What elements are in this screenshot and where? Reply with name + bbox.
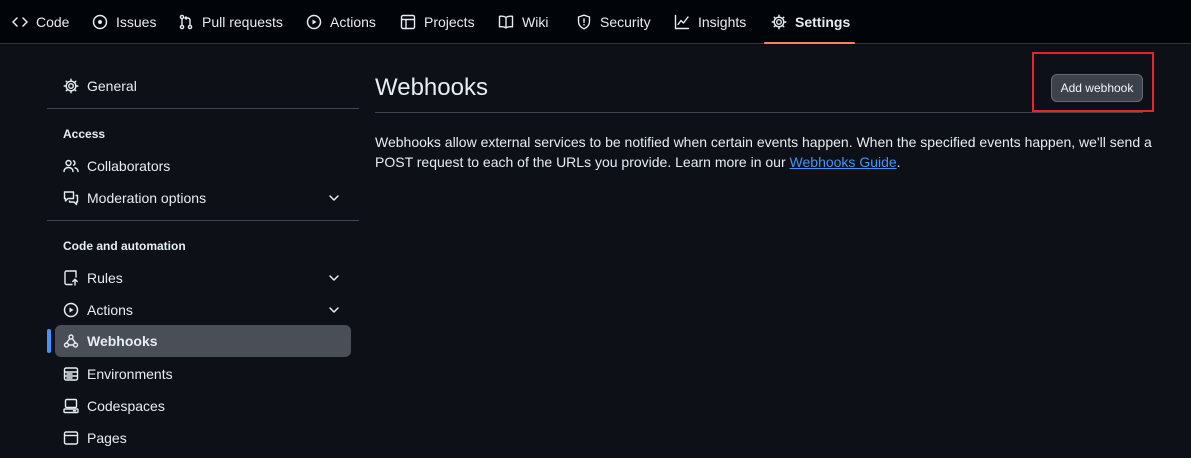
tab-wiki-label: Wiki: [522, 14, 549, 30]
tab-settings-label: Settings: [795, 14, 851, 30]
webhooks-description: Webhooks allow external services to be n…: [375, 132, 1155, 172]
book-icon: [498, 15, 514, 29]
selected-item-indicator: [47, 329, 51, 353]
tab-wiki[interactable]: Wiki: [498, 0, 548, 44]
description-text: Webhooks allow external services to be n…: [375, 134, 1152, 170]
tab-actions[interactable]: Actions: [306, 0, 376, 44]
graph-icon: [674, 14, 690, 30]
chevron-down-icon[interactable]: [327, 191, 341, 205]
add-webhook-button[interactable]: Add webhook: [1051, 74, 1143, 102]
table-icon: [400, 14, 416, 30]
title-divider: [375, 112, 1143, 113]
tab-settings[interactable]: Settings: [771, 0, 850, 44]
code-icon: [12, 17, 28, 27]
tab-security[interactable]: Security: [576, 0, 651, 44]
sidebar-item-general[interactable]: General: [55, 70, 351, 102]
sidebar-heading-access: Access: [63, 127, 106, 141]
tab-security-label: Security: [600, 14, 651, 30]
description-end: .: [896, 154, 901, 170]
gear-icon: [63, 78, 79, 94]
sidebar-item-label: Moderation options: [87, 190, 207, 206]
tab-pull-requests-label: Pull requests: [202, 14, 283, 30]
sidebar-item-codespaces[interactable]: Codespaces: [55, 390, 351, 422]
play-icon: [306, 14, 322, 30]
tab-actions-label: Actions: [330, 14, 376, 30]
tab-projects[interactable]: Projects: [400, 0, 475, 44]
repo-push-icon: [64, 270, 78, 286]
sidebar-item-label: Rules: [87, 270, 123, 286]
tab-pull-requests[interactable]: Pull requests: [178, 0, 283, 44]
gear-icon: [771, 14, 787, 30]
sidebar-item-collaborators[interactable]: Collaborators: [55, 150, 351, 182]
sidebar-item-label: General: [87, 78, 137, 94]
browser-icon: [63, 431, 79, 445]
play-icon: [63, 302, 79, 318]
sidebar-item-label: Actions: [87, 302, 133, 318]
repo-nav: Code Issues Pull requests Actions Projec…: [0, 0, 1191, 44]
sidebar-item-moderation-options[interactable]: Moderation options: [55, 182, 351, 214]
codespaces-icon: [63, 398, 79, 414]
sidebar-item-pages[interactable]: Pages: [55, 422, 351, 454]
sidebar-item-environments[interactable]: Environments: [55, 358, 351, 390]
sidebar-item-label: Webhooks: [87, 333, 158, 349]
server-icon: [63, 367, 79, 381]
sidebar-item-label: Environments: [87, 366, 173, 382]
webhook-icon: [63, 334, 79, 348]
git-pull-request-icon: [179, 14, 193, 30]
tab-code-label: Code: [36, 14, 70, 30]
sidebar-item-label: Collaborators: [87, 158, 171, 174]
tab-insights-label: Insights: [698, 14, 747, 30]
sidebar-item-rules[interactable]: Rules: [55, 262, 351, 294]
sidebar-divider: [47, 220, 359, 221]
sidebar-item-label: Codespaces: [87, 398, 165, 414]
chevron-down-icon[interactable]: [327, 271, 341, 285]
tab-code[interactable]: Code: [12, 0, 69, 44]
tab-insights[interactable]: Insights: [674, 0, 746, 44]
page-title: Webhooks: [375, 74, 488, 101]
sidebar-item-label: Pages: [87, 430, 127, 446]
chevron-down-icon[interactable]: [327, 303, 341, 317]
tab-issues[interactable]: Issues: [92, 0, 156, 44]
sidebar-divider: [47, 108, 359, 109]
tab-projects-label: Projects: [424, 14, 475, 30]
webhooks-guide-link[interactable]: Webhooks Guide: [790, 154, 897, 170]
sidebar-item-actions[interactable]: Actions: [55, 294, 351, 326]
comment-discussion-icon: [63, 191, 79, 206]
sidebar-item-webhooks[interactable]: Webhooks: [55, 325, 351, 357]
tab-issues-label: Issues: [116, 14, 157, 30]
active-tab-indicator: [764, 42, 855, 44]
sidebar-heading-code-and-automation: Code and automation: [63, 239, 186, 253]
issue-opened-icon: [92, 14, 108, 30]
people-icon: [63, 159, 79, 173]
shield-icon: [577, 14, 591, 30]
